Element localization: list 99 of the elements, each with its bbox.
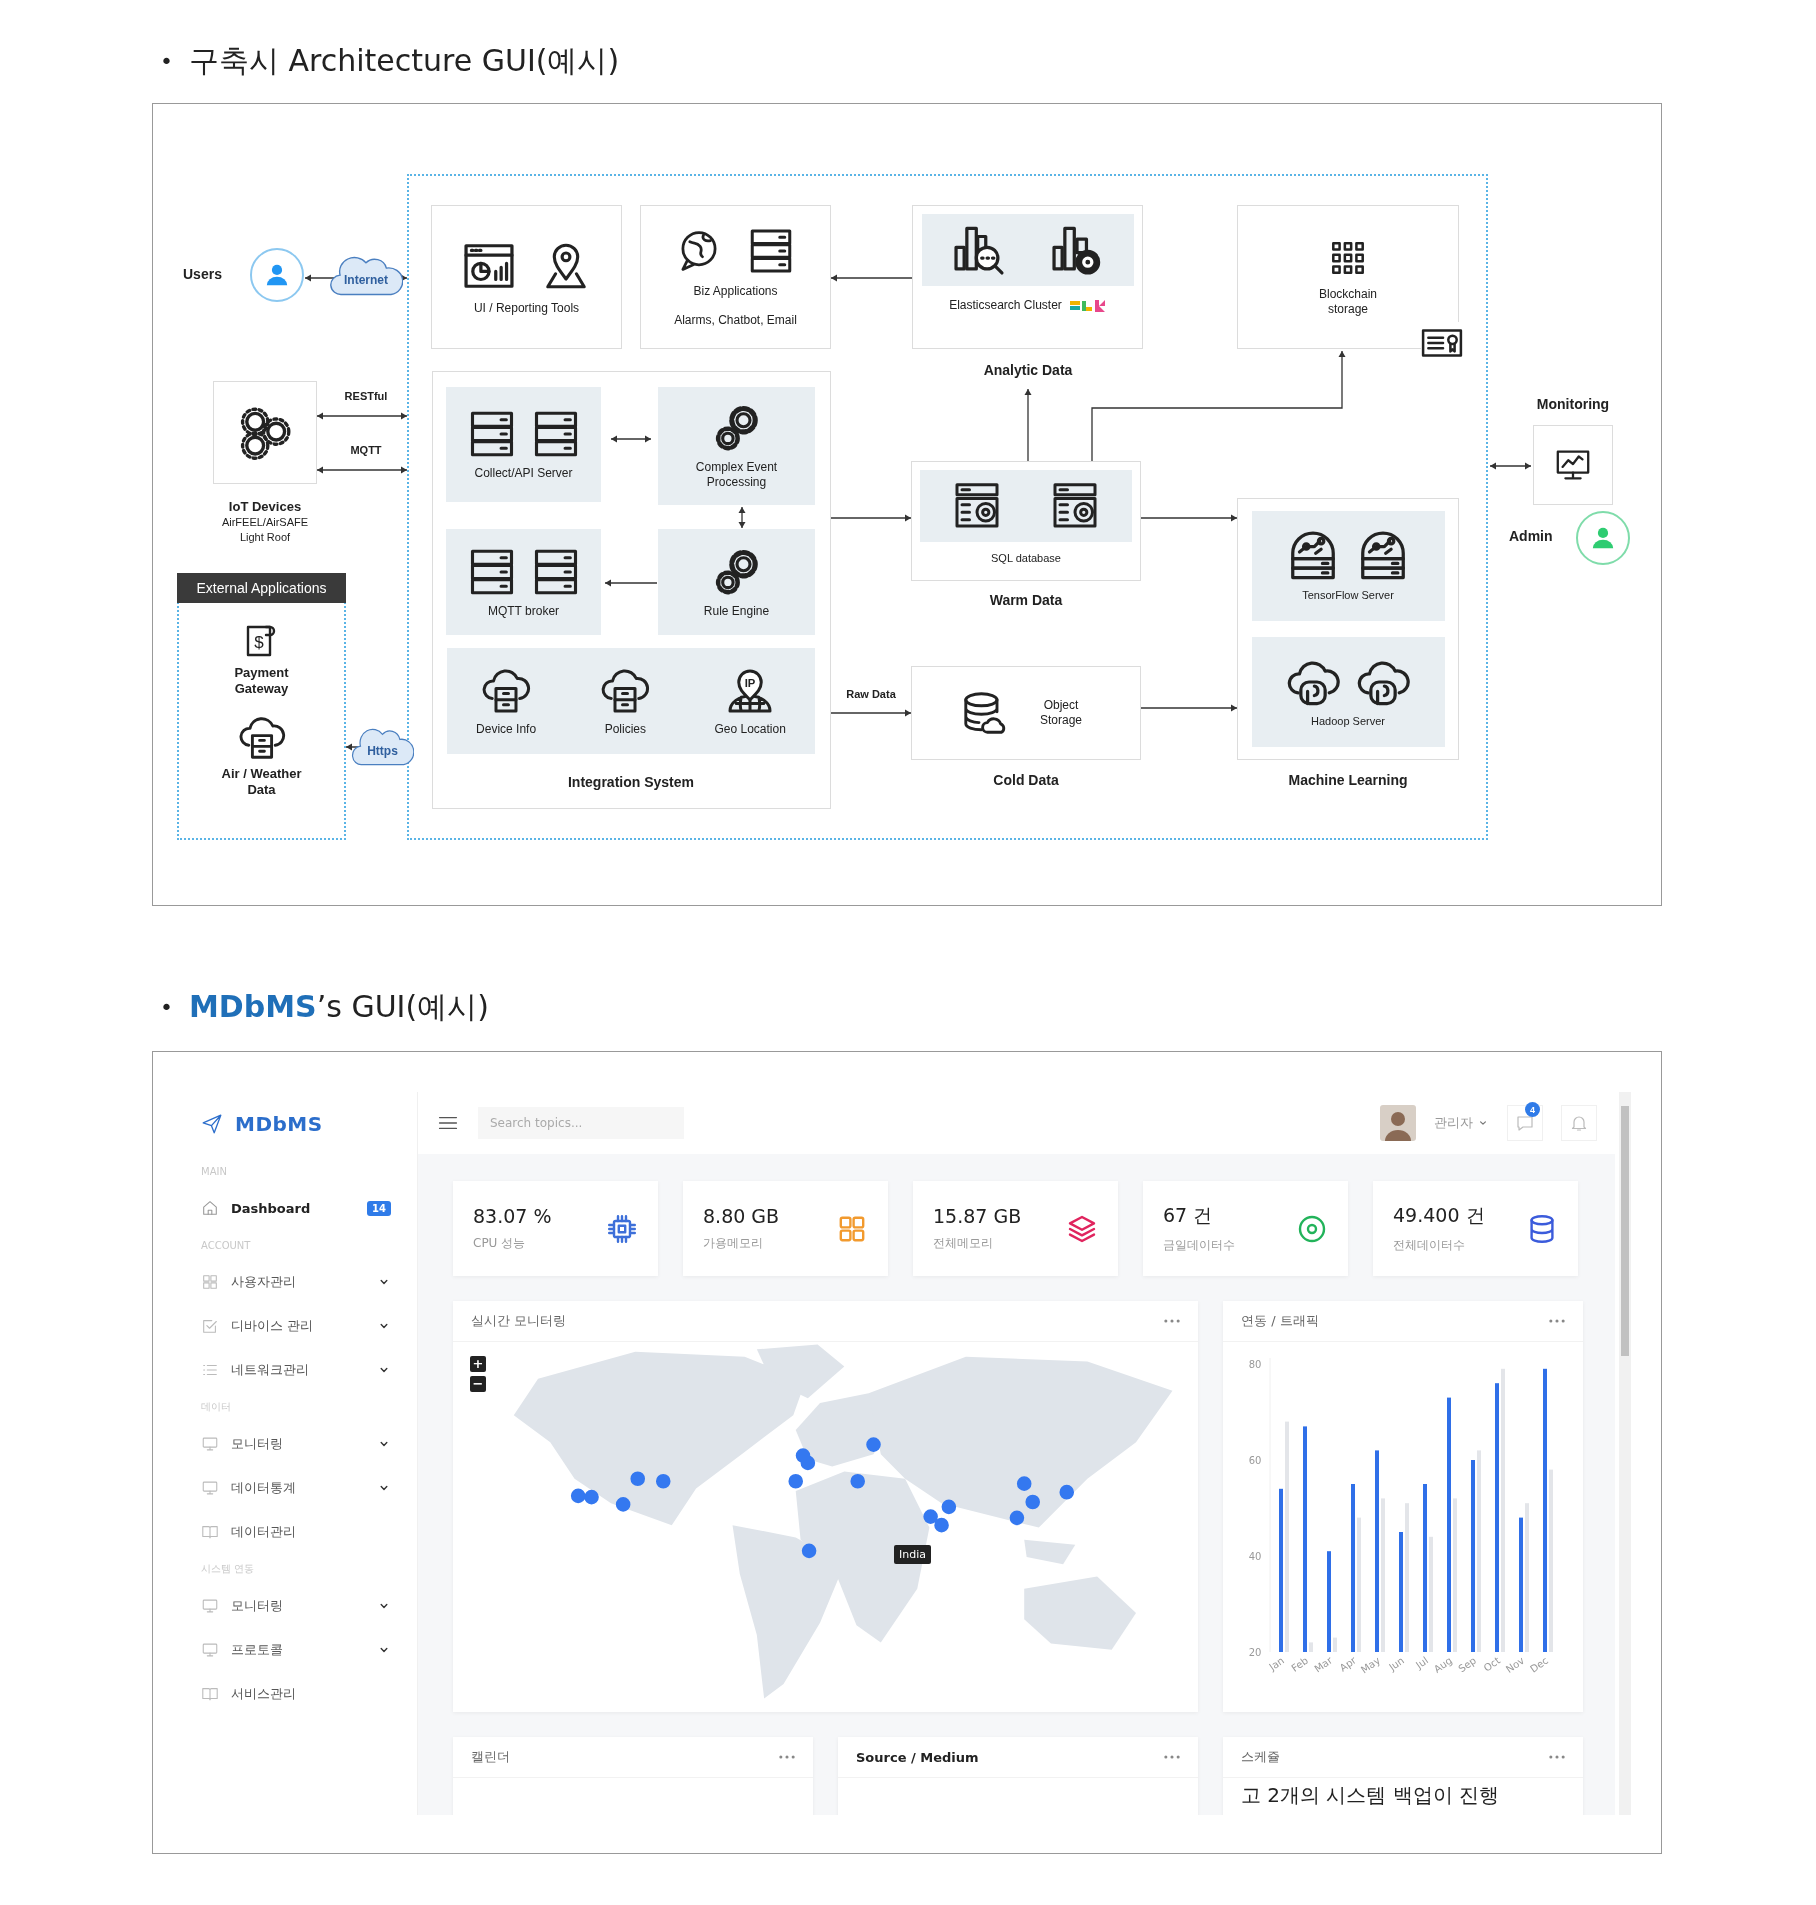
node-label: Object Storage [1039, 698, 1083, 728]
stat-label: CPU 성능 [473, 1235, 527, 1252]
node-label: TensorFlow Server [1302, 589, 1394, 603]
network-cloud: Internet [329, 254, 403, 298]
link-label: RESTful [343, 390, 389, 404]
card-title: 연동 / 트래픽 [1241, 1312, 1320, 1330]
nav-item[interactable]: Dashboard 14 [201, 1186, 391, 1230]
bullet: • [160, 48, 173, 74]
group-label: Analytic Data [982, 362, 1074, 378]
actor-label: Monitoring [1535, 396, 1611, 412]
stat-label: 가용메모리 [703, 1235, 764, 1252]
nav-item[interactable]: 디바이스 관리 [201, 1304, 391, 1348]
link-label: Raw Data [845, 688, 897, 702]
nav-label: 네트워크관리 [231, 1361, 310, 1379]
node-label: Device Info [476, 721, 537, 737]
stat-value: 67 건 [1163, 1203, 1214, 1228]
stat-label: 전체메모리 [933, 1235, 994, 1252]
node-label: Policies [604, 721, 646, 737]
node-label: Rule Engine [702, 603, 771, 619]
stat-value: 83.07 % [473, 1205, 553, 1227]
messages-button[interactable]: 4 [1507, 1105, 1543, 1141]
node-label: Biz Applications [693, 284, 778, 299]
card-title: 실시간 모니터링 [471, 1312, 568, 1330]
stat-value: 15.87 GB [933, 1205, 1023, 1227]
nav-item[interactable]: 사용자관리 [201, 1260, 391, 1304]
nav-label: 모니터링 [231, 1597, 284, 1615]
nav-label: 데이터통계 [231, 1479, 297, 1497]
node-label: SQL database [991, 552, 1061, 566]
node-label: Hadoop Server [1311, 715, 1385, 729]
axis-label: Jun [1387, 1654, 1407, 1673]
link-label: MQTT [349, 444, 383, 458]
axis-label: 60 [1248, 1455, 1262, 1466]
node-label: Payment Gateway [233, 665, 290, 697]
nav-label: 모니터링 [231, 1435, 284, 1453]
node-label: Complex Event Processing [694, 460, 779, 490]
group-label: Machine Learning [1287, 772, 1409, 788]
actor-label: Admin [1509, 528, 1553, 544]
node-label: Geo Location [714, 721, 786, 737]
node-caption: AirFEEL/AirSAFE [221, 516, 309, 530]
node-label: IoT Devices [228, 499, 302, 516]
axis-label: Feb [1289, 1654, 1311, 1674]
bullet: • [160, 994, 173, 1020]
section-title: 구축시 Architecture GUI(예시) [189, 41, 620, 80]
map-tooltip: India [894, 1545, 931, 1564]
axis-label: 80 [1248, 1359, 1262, 1370]
group-label: Integration System [567, 774, 695, 790]
axis-label: 20 [1248, 1647, 1262, 1658]
stat-label: 전체데이터수 [1393, 1237, 1466, 1254]
section-title: MDbMS’s GUI(예시) [189, 987, 489, 1026]
axis-label: Oct [1481, 1654, 1503, 1674]
axis-label: Jan [1267, 1654, 1287, 1673]
app-logo: MDbMS [235, 1112, 323, 1136]
search-field[interactable]: Search topics... [478, 1107, 684, 1139]
axis-label: Nov [1503, 1654, 1527, 1675]
node-caption: Light Roof [239, 531, 291, 545]
stat-label: 금일데이터수 [1163, 1237, 1236, 1254]
nav-item[interactable]: 데이터관리 [201, 1510, 391, 1554]
count-badge: 14 [367, 1200, 391, 1216]
group-label: Warm Data [988, 592, 1064, 608]
card-title: 캘린더 [471, 1748, 511, 1766]
node-caption: Alarms, Chatbot, Email [674, 313, 797, 328]
node-label: Collect/API Server [473, 466, 574, 481]
nav-label: 사용자관리 [231, 1273, 297, 1291]
nav-label: 데이터관리 [231, 1523, 297, 1541]
nav-item[interactable]: 모니터링 [201, 1584, 391, 1628]
nav-label: 서비스관리 [231, 1685, 297, 1703]
axis-label: 40 [1248, 1551, 1262, 1562]
axis-label: Dec [1528, 1654, 1551, 1675]
axis-label: Sep [1456, 1654, 1479, 1675]
axis-label: Jul [1413, 1654, 1431, 1671]
card-title: Source / Medium [856, 1749, 980, 1765]
network-cloud: Https [351, 726, 414, 768]
nav-item[interactable]: 서비스관리 [201, 1672, 391, 1716]
card-title: 스케쥴 [1241, 1748, 1281, 1766]
axis-label: May [1358, 1654, 1383, 1676]
axis-label: Mar [1312, 1654, 1335, 1675]
nav-item[interactable]: 네트워크관리 [201, 1348, 391, 1392]
actor-label: Users [183, 266, 222, 282]
schedule-text: 고 2개의 시스템 백업이 진행 [1240, 1782, 1501, 1808]
panel-header: External Applications [177, 573, 346, 603]
nav-item[interactable]: 프로토콜 [201, 1628, 391, 1672]
count-badge: 4 [1525, 1102, 1540, 1117]
nav-label: 프로토콜 [231, 1641, 284, 1659]
node-label: Air / Weather Data [220, 766, 303, 798]
stat-value: 49.400 건 [1393, 1203, 1486, 1228]
zoom-in-button[interactable]: + [470, 1356, 486, 1372]
zoom-out-button[interactable]: − [470, 1376, 486, 1392]
nav-label: Dashboard [231, 1200, 312, 1216]
axis-label: Apr [1337, 1654, 1359, 1674]
node-label: UI / Reporting Tools [473, 300, 580, 316]
nav-item[interactable]: 모니터링 [201, 1422, 391, 1466]
group-label: Cold Data [992, 772, 1060, 788]
axis-label: Aug [1431, 1654, 1455, 1675]
nav-label: 디바이스 관리 [231, 1317, 315, 1335]
node-label: Blockchain storage [1318, 287, 1378, 317]
nav-item[interactable]: 데이터통계 [201, 1466, 391, 1510]
stat-value: 8.80 GB [703, 1205, 781, 1227]
node-label: MQTT broker [486, 603, 561, 619]
node-label: Elasticsearch Cluster [949, 298, 1062, 313]
